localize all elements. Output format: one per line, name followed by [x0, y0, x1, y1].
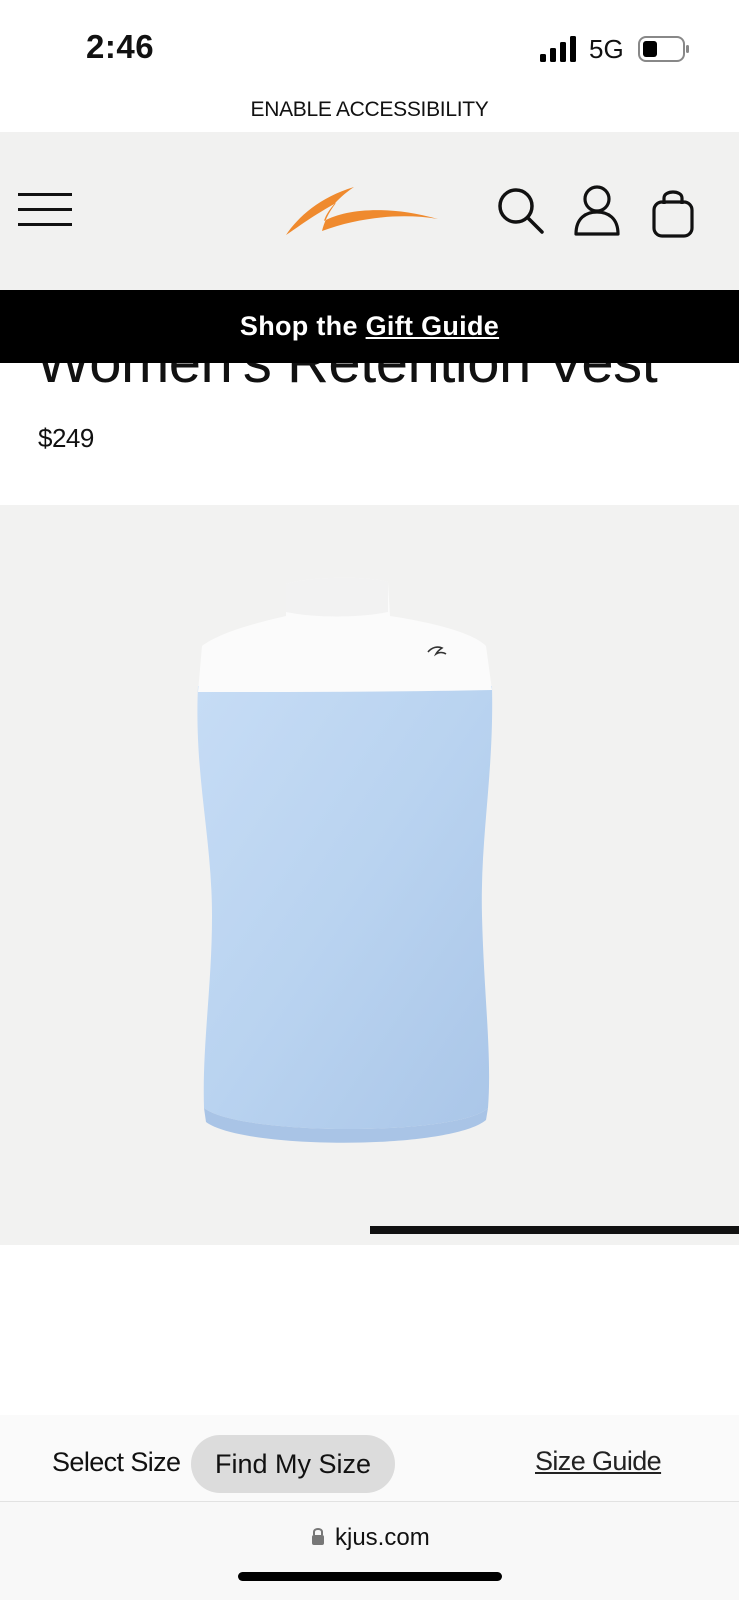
network-label: 5G — [589, 34, 624, 64]
search-icon[interactable] — [496, 186, 546, 236]
promo-prefix: Shop the — [239, 311, 366, 341]
shopping-bag-icon[interactable] — [650, 186, 700, 238]
find-my-size-button[interactable]: Find My Size — [191, 1435, 395, 1493]
gallery-progress-bar — [369, 1226, 739, 1234]
battery-icon — [638, 36, 689, 62]
gift-guide-link[interactable]: Gift Guide — [366, 311, 500, 341]
user-icon[interactable] — [572, 184, 622, 236]
kjus-logo[interactable] — [284, 183, 440, 239]
product-image[interactable] — [190, 576, 510, 1166]
promo-text: Shop the Gift Guide — [240, 311, 499, 341]
product-info: Women's Retention Vest $249 — [0, 363, 739, 505]
enable-accessibility-link[interactable]: ENABLE ACCESSIBILITY — [251, 98, 489, 121]
promo-banner: Shop the Gift Guide — [0, 290, 739, 363]
status-time: 2:46 — [86, 28, 155, 65]
home-indicator — [238, 1572, 502, 1581]
product-title: Women's Retention Vest — [36, 363, 658, 396]
accessibility-bar: ENABLE ACCESSIBILITY — [0, 88, 739, 132]
select-size-label[interactable]: Select Size — [52, 1447, 181, 1478]
size-guide-link[interactable]: Size Guide — [535, 1446, 662, 1477]
signal-bars-icon — [540, 36, 576, 62]
url-text[interactable]: kjus.com — [335, 1524, 430, 1552]
blank-area — [0, 1245, 739, 1415]
product-price: $249 — [38, 423, 94, 453]
lock-icon — [312, 1528, 324, 1545]
status-bar: 2:46 5G — [0, 0, 739, 88]
hamburger-menu-icon[interactable] — [18, 190, 74, 230]
